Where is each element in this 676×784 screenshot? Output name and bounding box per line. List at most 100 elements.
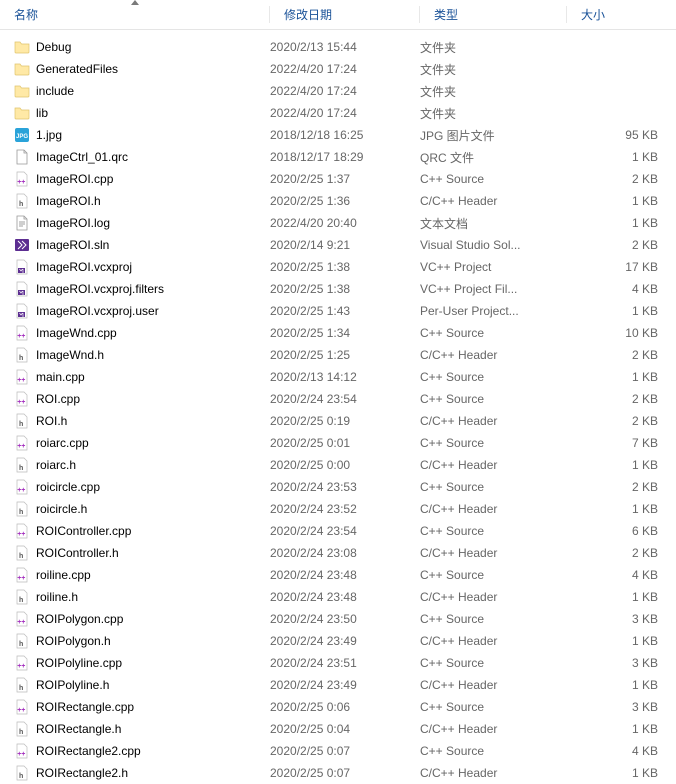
file-row[interactable]: ImageROI.vcxproj.user2020/2/25 1:43Per-U… <box>0 300 676 322</box>
file-row[interactable]: ImageCtrl_01.qrc2018/12/17 18:29QRC 文件1 … <box>0 146 676 168</box>
column-header-row: 名称 修改日期 类型 大小 <box>0 0 676 30</box>
vcx-icon <box>14 281 30 297</box>
file-row[interactable]: 1.jpg2018/12/18 16:25JPG 图片文件95 KB <box>0 124 676 146</box>
file-date-cell: 2020/2/25 1:25 <box>270 348 420 362</box>
file-date-cell: 2022/4/20 20:40 <box>270 216 420 230</box>
file-name-cell: ImageWnd.cpp <box>14 325 270 341</box>
file-type-cell: C/C++ Header <box>420 634 567 648</box>
file-type-cell: C/C++ Header <box>420 458 567 472</box>
file-row[interactable]: ROIRectangle.h2020/2/25 0:04C/C++ Header… <box>0 718 676 740</box>
file-row[interactable]: ROIController.cpp2020/2/24 23:54C++ Sour… <box>0 520 676 542</box>
file-date-cell: 2020/2/25 0:07 <box>270 744 420 758</box>
file-row[interactable]: ImageWnd.cpp2020/2/25 1:34C++ Source10 K… <box>0 322 676 344</box>
file-type-cell: C++ Source <box>420 700 567 714</box>
file-icon <box>14 149 30 165</box>
file-type-cell: VC++ Project <box>420 260 567 274</box>
file-row[interactable]: main.cpp2020/2/13 14:12C++ Source1 KB <box>0 366 676 388</box>
file-row[interactable]: ImageROI.h2020/2/25 1:36C/C++ Header1 KB <box>0 190 676 212</box>
file-name-label: ImageCtrl_01.qrc <box>36 150 128 164</box>
file-name-label: ImageROI.cpp <box>36 172 113 186</box>
file-name-label: GeneratedFiles <box>36 62 118 76</box>
file-type-cell: C/C++ Header <box>420 414 567 428</box>
file-row[interactable]: roiline.cpp2020/2/24 23:48C++ Source4 KB <box>0 564 676 586</box>
file-row[interactable]: ROI.h2020/2/25 0:19C/C++ Header2 KB <box>0 410 676 432</box>
file-row[interactable]: ROIPolyline.cpp2020/2/24 23:51C++ Source… <box>0 652 676 674</box>
file-row[interactable]: ROIRectangle2.cpp2020/2/25 0:07C++ Sourc… <box>0 740 676 762</box>
h-icon <box>14 589 30 605</box>
file-type-cell: JPG 图片文件 <box>420 127 567 144</box>
file-row[interactable]: ROIPolygon.h2020/2/24 23:49C/C++ Header1… <box>0 630 676 652</box>
file-size-cell: 1 KB <box>567 370 676 384</box>
file-date-cell: 2020/2/25 0:19 <box>270 414 420 428</box>
file-row[interactable]: lib2022/4/20 17:24文件夹 <box>0 102 676 124</box>
file-size-cell: 2 KB <box>567 392 676 406</box>
file-row[interactable]: ROIController.h2020/2/24 23:08C/C++ Head… <box>0 542 676 564</box>
file-size-cell: 4 KB <box>567 282 676 296</box>
column-header-type[interactable]: 类型 <box>420 0 567 29</box>
cpp-icon <box>14 435 30 451</box>
file-row[interactable]: ImageWnd.h2020/2/25 1:25C/C++ Header2 KB <box>0 344 676 366</box>
file-name-label: ROIRectangle.h <box>36 722 121 736</box>
file-date-cell: 2020/2/25 1:34 <box>270 326 420 340</box>
column-header-date[interactable]: 修改日期 <box>270 0 420 29</box>
file-type-cell: C++ Source <box>420 436 567 450</box>
column-header-size[interactable]: 大小 <box>567 0 676 29</box>
file-name-cell: roicircle.cpp <box>14 479 270 495</box>
file-name-label: ROIController.cpp <box>36 524 131 538</box>
file-name-label: roiarc.h <box>36 458 76 472</box>
file-name-cell: ImageCtrl_01.qrc <box>14 149 270 165</box>
file-row[interactable]: ROIRectangle.cpp2020/2/25 0:06C++ Source… <box>0 696 676 718</box>
file-row[interactable]: ImageROI.sln2020/2/14 9:21Visual Studio … <box>0 234 676 256</box>
file-row[interactable]: ImageROI.vcxproj 2020/2/25 1:38VC++ Proje… <box>0 256 676 278</box>
file-size-cell: 95 KB <box>567 128 676 142</box>
file-type-cell: C++ Source <box>420 568 567 582</box>
h-icon <box>14 545 30 561</box>
txt-icon <box>14 215 30 231</box>
h-icon <box>14 347 30 363</box>
file-row[interactable]: roiline.h2020/2/24 23:48C/C++ Header1 KB <box>0 586 676 608</box>
column-header-name[interactable]: 名称 <box>0 0 270 29</box>
file-row[interactable]: ImageROI.log2022/4/20 20:40文本文档1 KB <box>0 212 676 234</box>
cpp-icon <box>14 325 30 341</box>
file-name-cell: GeneratedFiles <box>14 61 270 77</box>
file-name-label: roiline.cpp <box>36 568 91 582</box>
file-name-cell: ROIRectangle.h <box>14 721 270 737</box>
file-row[interactable]: roicircle.h2020/2/24 23:52C/C++ Header1 … <box>0 498 676 520</box>
file-name-label: ImageROI.vcxproj <box>36 260 132 274</box>
file-size-cell: 2 KB <box>567 414 676 428</box>
file-row[interactable]: ROIPolyline.h2020/2/24 23:49C/C++ Header… <box>0 674 676 696</box>
file-name-cell: lib <box>14 105 270 121</box>
file-row[interactable]: ImageROI.cpp2020/2/25 1:37C++ Source2 KB <box>0 168 676 190</box>
h-icon <box>14 193 30 209</box>
file-date-cell: 2020/2/24 23:54 <box>270 524 420 538</box>
file-size-cell: 1 KB <box>567 216 676 230</box>
file-row[interactable]: roiarc.cpp2020/2/25 0:01C++ Source7 KB <box>0 432 676 454</box>
vcx-icon <box>14 303 30 319</box>
file-name-cell: ROIPolyline.h <box>14 677 270 693</box>
file-type-cell: C/C++ Header <box>420 348 567 362</box>
file-row[interactable]: ROIPolygon.cpp2020/2/24 23:50C++ Source3… <box>0 608 676 630</box>
h-icon <box>14 721 30 737</box>
file-name-cell: ROIPolygon.cpp <box>14 611 270 627</box>
file-row[interactable]: include2022/4/20 17:24文件夹 <box>0 80 676 102</box>
file-name-label: ROI.cpp <box>36 392 80 406</box>
file-type-cell: Visual Studio Sol... <box>420 238 567 252</box>
file-size-cell: 1 KB <box>567 590 676 604</box>
file-row[interactable]: ROIRectangle2.h2020/2/25 0:07C/C++ Heade… <box>0 762 676 784</box>
file-name-label: ROIPolygon.cpp <box>36 612 123 626</box>
file-row[interactable]: ROI.cpp2020/2/24 23:54C++ Source2 KB <box>0 388 676 410</box>
file-size-cell: 1 KB <box>567 150 676 164</box>
file-name-label: 1.jpg <box>36 128 62 142</box>
file-row[interactable]: roicircle.cpp2020/2/24 23:53C++ Source2 … <box>0 476 676 498</box>
file-date-cell: 2020/2/24 23:51 <box>270 656 420 670</box>
file-row[interactable]: Debug2020/2/13 15:44文件夹 <box>0 36 676 58</box>
file-name-label: main.cpp <box>36 370 85 384</box>
file-size-cell: 3 KB <box>567 612 676 626</box>
file-date-cell: 2020/2/25 1:38 <box>270 260 420 274</box>
file-row[interactable]: ImageROI.vcxproj.filters2020/2/25 1:38VC… <box>0 278 676 300</box>
cpp-icon <box>14 479 30 495</box>
file-size-cell: 2 KB <box>567 348 676 362</box>
file-row[interactable]: roiarc.h2020/2/25 0:00C/C++ Header1 KB <box>0 454 676 476</box>
file-row[interactable]: GeneratedFiles2022/4/20 17:24文件夹 <box>0 58 676 80</box>
file-date-cell: 2020/2/25 0:04 <box>270 722 420 736</box>
